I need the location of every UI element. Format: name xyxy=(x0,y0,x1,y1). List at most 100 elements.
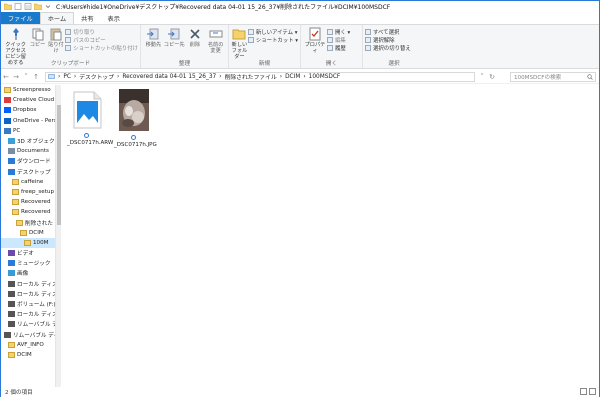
new-item-button[interactable]: 新しいアイテム ▾ xyxy=(247,28,298,36)
refresh-button[interactable]: ↻ xyxy=(487,73,497,81)
select-none-button[interactable]: 選択解除 xyxy=(365,36,411,44)
sidebar-item[interactable]: caffeine xyxy=(1,177,61,187)
paste-shortcut-button[interactable]: ショートカットの貼り付け xyxy=(65,44,138,52)
history-button[interactable]: 履歴 xyxy=(327,44,350,52)
organize-group: 移動先 コピー先 削除 名前の 変更 整理 xyxy=(141,25,229,68)
breadcrumb-dcim[interactable]: DCIM xyxy=(285,74,300,80)
nav-scrollbar-thumb[interactable] xyxy=(57,105,61,225)
folder-icon xyxy=(12,199,19,206)
tab-view[interactable]: 表示 xyxy=(101,12,127,24)
recent-locations-button[interactable]: ˅ xyxy=(21,73,31,81)
copy-to-label: コピー先 xyxy=(163,42,185,48)
sidebar-item[interactable]: Creative Cloud Files xyxy=(1,95,61,105)
sidebar-item[interactable]: Recovered xyxy=(1,197,61,207)
move-to-label: 移動先 xyxy=(145,42,162,48)
invert-selection-button[interactable]: 選択の切り替え xyxy=(365,44,411,52)
properties-button[interactable]: プロパティ xyxy=(303,27,327,54)
delete-button[interactable]: 削除 xyxy=(185,27,206,48)
properties-icon[interactable] xyxy=(24,3,32,10)
sidebar-item[interactable]: ボリューム (F:) xyxy=(1,299,61,309)
save-icon[interactable] xyxy=(14,3,22,10)
photo-thumbnail xyxy=(119,89,149,131)
tab-file[interactable]: ファイル xyxy=(1,12,40,24)
edit-icon xyxy=(327,36,333,43)
sidebar-item[interactable]: 削除された xyxy=(1,217,61,227)
file-item-jpg[interactable]: _DSC0717h.JPG xyxy=(114,89,157,148)
sidebar-item[interactable]: Documents xyxy=(1,146,61,156)
paste-button[interactable]: 貼り付け xyxy=(47,27,66,54)
open-icon xyxy=(327,28,333,35)
sidebar-item[interactable]: DCIM xyxy=(1,350,61,360)
sidebar-item[interactable]: Dropbox xyxy=(1,105,61,115)
sidebar-item[interactable]: DCIM xyxy=(1,228,61,238)
sidebar-item[interactable]: OneDrive - Personal xyxy=(1,116,61,126)
breadcrumb-recovered[interactable]: Recovered data 04-01 15_26_37 xyxy=(122,74,216,80)
file-list: _DSC0717h.ARW _DSC0717h.JPG xyxy=(62,85,599,387)
title-bar: C:¥Users¥hide1¥OneDrive¥デスクトップ¥Recovered… xyxy=(1,1,599,12)
rename-button[interactable]: 名前の 変更 xyxy=(205,27,226,54)
copy-path-button[interactable]: パスのコピー xyxy=(65,36,138,44)
sidebar-item[interactable]: ダウンロード xyxy=(1,156,61,166)
history-icon xyxy=(327,44,333,51)
details-view-icon[interactable] xyxy=(580,388,587,395)
sidebar-item[interactable]: リムーバブル ディスク xyxy=(1,330,61,340)
edit-button[interactable]: 編集 xyxy=(327,36,350,44)
sidebar-item-label: リムーバブル ディスク xyxy=(13,332,61,339)
new-folder-icon[interactable] xyxy=(34,3,42,10)
sidebar-item[interactable]: ローカル ディスク xyxy=(1,309,61,319)
sidebar-item-label: PC xyxy=(13,127,21,134)
sidebar-item[interactable]: リムーバブル ディスク xyxy=(1,319,61,329)
copy-button[interactable]: コピー xyxy=(28,27,47,48)
sidebar-item[interactable]: デスクトップ xyxy=(1,167,61,177)
forward-button[interactable]: → xyxy=(11,73,21,81)
new-folder-button[interactable]: 新しい フォルダー xyxy=(231,27,248,60)
address-bar[interactable]: › PC › デスクトップ › Recovered data 04-01 15_… xyxy=(45,71,475,82)
search-icon xyxy=(587,73,593,80)
breadcrumb-deleted[interactable]: 削除されたファイル xyxy=(225,73,277,81)
sidebar-item[interactable]: ミュージック xyxy=(1,258,61,268)
paste-shortcut-label: ショートカットの貼り付け xyxy=(73,45,138,52)
crumb-separator: › xyxy=(58,73,61,80)
sidebar-item[interactable]: ローカル ディスク xyxy=(1,289,61,299)
sidebar-item[interactable]: 100M xyxy=(1,237,61,248)
tab-share[interactable]: 共有 xyxy=(74,12,100,24)
sidebar-item[interactable]: Screenpresso xyxy=(1,85,61,95)
search-placeholder: 100MSDCFの検索 xyxy=(514,74,562,81)
search-box[interactable]: 100MSDCFの検索 xyxy=(510,71,596,82)
folder-icon xyxy=(4,3,12,10)
pictures-icon xyxy=(8,270,15,277)
open-button[interactable]: 開く ▾ xyxy=(327,28,350,36)
copy-to-button[interactable]: コピー先 xyxy=(164,27,185,48)
sidebar-item[interactable]: PC xyxy=(1,126,61,136)
breadcrumb-100msdcf[interactable]: 100MSDCF xyxy=(309,74,341,80)
sidebar-item-label: Creative Cloud Files xyxy=(13,97,61,104)
folder-icon xyxy=(8,351,15,358)
shortcut-button[interactable]: ショートカット ▾ xyxy=(247,36,298,44)
move-to-button[interactable]: 移動先 xyxy=(143,27,164,48)
sidebar-item[interactable]: 3D オブジェクト xyxy=(1,136,61,146)
up-button[interactable]: ↑ xyxy=(31,73,41,81)
properties-label: プロパティ xyxy=(304,42,326,54)
sidebar-item[interactable]: ローカル ディスク xyxy=(1,279,61,289)
sidebar-item[interactable]: freep_setup xyxy=(1,187,61,197)
sidebar-item[interactable]: 画像 xyxy=(1,268,61,278)
sidebar-item-label: 3D オブジェクト xyxy=(17,139,61,146)
large-icons-view-icon[interactable] xyxy=(589,388,596,395)
address-dropdown-button[interactable]: ˅ xyxy=(477,73,487,81)
sidebar-item[interactable]: ビデオ xyxy=(1,248,61,258)
tab-home[interactable]: ホーム xyxy=(39,12,75,24)
select-all-button[interactable]: すべて選択 xyxy=(365,28,411,36)
select-all-icon xyxy=(365,28,371,35)
sidebar-item[interactable]: Recovered xyxy=(1,207,61,217)
move-to-icon xyxy=(147,28,159,40)
back-button[interactable]: ← xyxy=(1,73,11,81)
cut-button[interactable]: 切り取り xyxy=(65,28,138,36)
select-group: すべて選択 選択解除 選択の切り替え 選択 xyxy=(363,25,425,68)
sidebar-item-label: freep_setup xyxy=(21,188,55,195)
chevron-down-icon[interactable] xyxy=(44,3,52,10)
file-item-arw[interactable]: _DSC0717h.ARW xyxy=(67,91,113,146)
breadcrumb-pc[interactable]: PC xyxy=(63,74,71,80)
breadcrumb-desktop[interactable]: デスクトップ xyxy=(79,73,114,81)
nav-scrollbar[interactable] xyxy=(55,85,61,387)
sidebar-item[interactable]: AVF_INFO xyxy=(1,340,61,350)
